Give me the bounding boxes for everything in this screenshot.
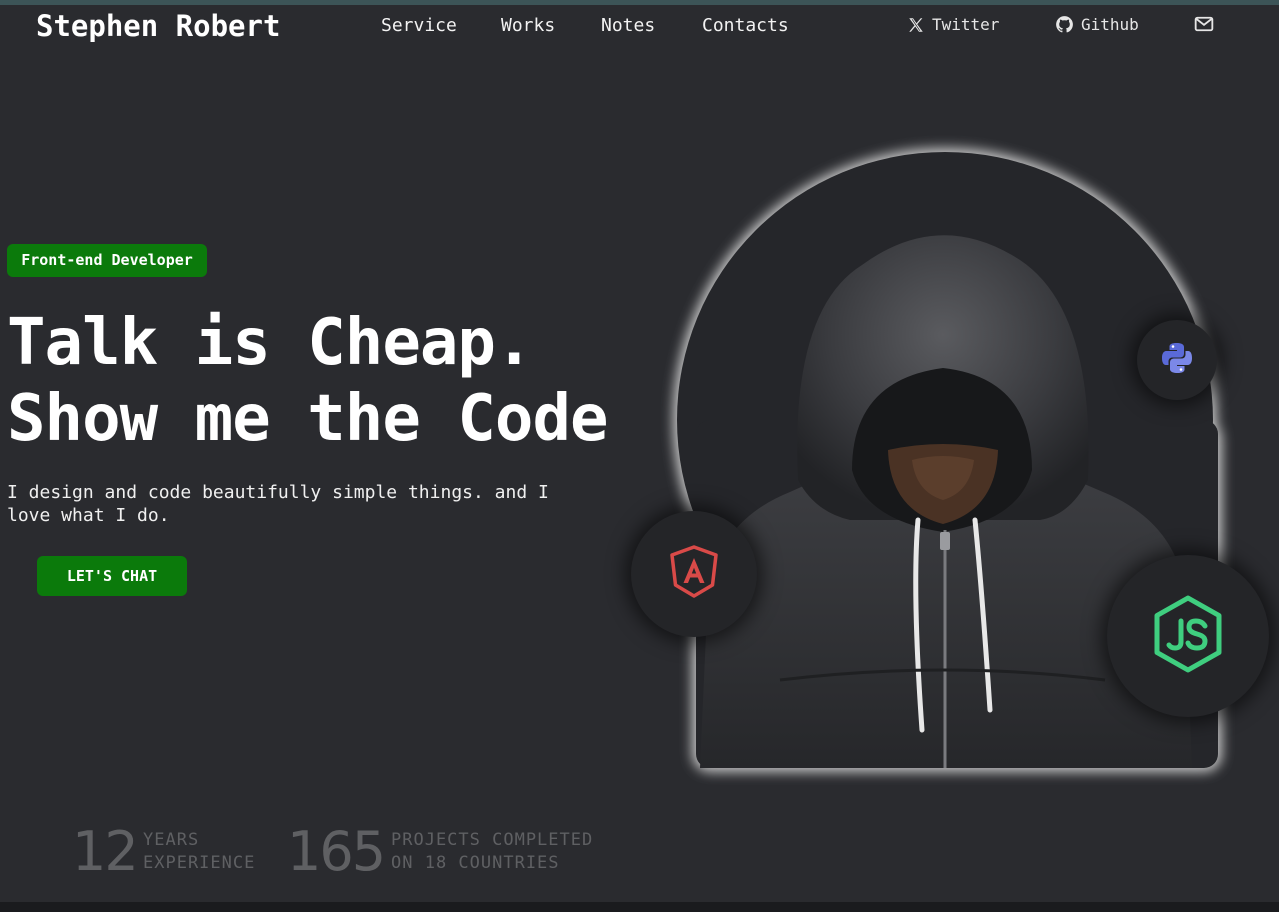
python-badge	[1137, 320, 1217, 400]
nodejs-icon	[1153, 595, 1223, 677]
nav-contacts[interactable]: Contacts	[702, 15, 789, 36]
twitter-label: Twitter	[932, 15, 1000, 34]
window-top-strip	[0, 0, 1279, 5]
site-brand[interactable]: Stephen Robert	[36, 9, 280, 43]
python-icon	[1159, 340, 1195, 380]
twitter-link[interactable]: Twitter	[907, 15, 999, 34]
lets-chat-button[interactable]: LET'S CHAT	[37, 556, 187, 596]
nav-notes[interactable]: Notes	[601, 15, 655, 36]
headline-line-1: Talk is Cheap.	[7, 306, 533, 380]
angular-icon	[665, 543, 723, 605]
hero-headline: Talk is Cheap. Show me the Code	[7, 305, 608, 457]
github-link[interactable]: Github	[1055, 15, 1139, 34]
github-icon	[1055, 15, 1074, 34]
years-stat-number: 12	[72, 820, 139, 883]
os-taskbar	[0, 902, 1279, 912]
nav-service[interactable]: Service	[381, 15, 457, 36]
envelope-icon	[1194, 15, 1214, 33]
projects-stat-label-line-1: PROJECTS COMPLETED	[391, 830, 594, 850]
email-link[interactable]	[1194, 15, 1214, 33]
projects-stat-label: PROJECTS COMPLETED ON 18 COUNTRIES	[391, 829, 593, 875]
hero-portrait-art	[600, 120, 1279, 800]
hero-tagline: I design and code beautifully simple thi…	[7, 482, 549, 526]
projects-stat-label-line-2: ON 18 COUNTRIES	[391, 853, 560, 873]
nodejs-badge	[1107, 555, 1269, 717]
headline-line-2: Show me the Code	[7, 382, 608, 456]
years-stat-label-line-1: YEARS	[143, 830, 200, 850]
years-stat-label: YEARS EXPERIENCE	[143, 829, 255, 875]
x-twitter-icon	[907, 16, 925, 34]
projects-stat-number: 165	[287, 820, 386, 883]
nav-works[interactable]: Works	[501, 15, 555, 36]
angular-badge	[631, 511, 757, 637]
github-label: Github	[1081, 15, 1139, 34]
role-badge: Front-end Developer	[7, 244, 207, 277]
years-stat-label-line-2: EXPERIENCE	[143, 853, 256, 873]
